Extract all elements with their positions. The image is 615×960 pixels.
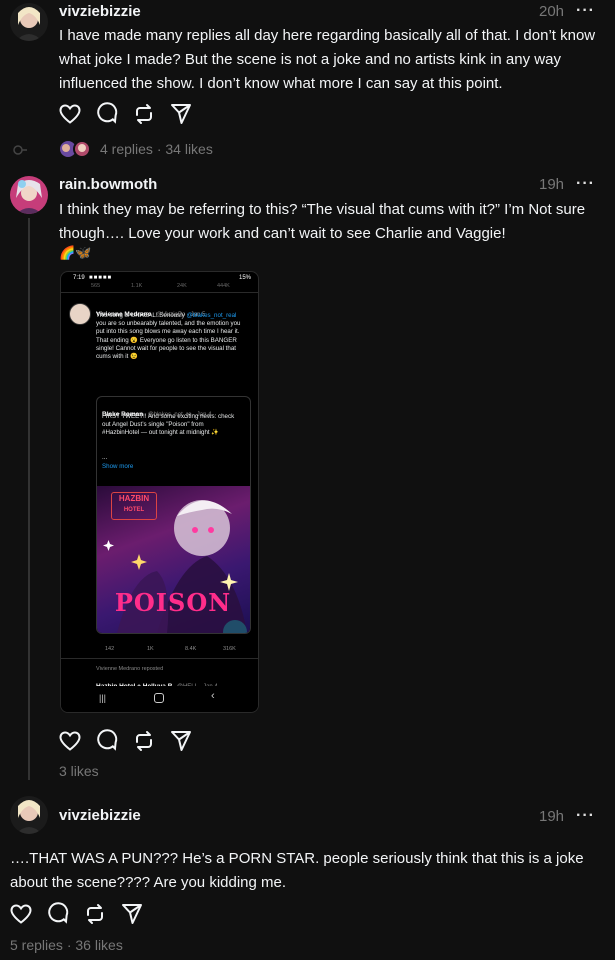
reply-likes-summary[interactable]: 5 replies · 36 likes [10,937,123,953]
count: 565 [91,283,101,289]
username[interactable]: vivziebizzie [59,3,141,20]
divider [61,292,258,293]
reply-count[interactable]: 4 replies [100,141,153,157]
logo-text: HOTEL [123,507,145,513]
separator: · [156,141,162,157]
tweet-body: This song is UNREAL! Seriously @blakes_n… [96,312,246,361]
like-count[interactable]: 34 likes [165,141,212,157]
status-time: 7:19 [73,275,85,281]
thread-connector-icon [13,143,27,155]
recent-apps-icon: ||| [99,693,107,703]
home-icon [154,693,164,703]
timestamp: 19h [539,808,565,825]
reply-likes-summary[interactable]: 4 replies · 34 likes [100,141,213,157]
post-text: I think they may be referring to this? “… [59,201,586,242]
show-more-link: Show more [102,463,134,470]
more-options-icon[interactable]: ··· [576,807,595,825]
status-icons: ■■■■■ [89,275,113,281]
share-icon[interactable] [169,102,195,128]
like-icon[interactable] [58,729,84,755]
more-options-icon[interactable]: ··· [576,175,595,193]
attached-screenshot[interactable]: 7:19 ■■■■■ 15% 565 1.1K 24K 444K Vivienn… [60,271,259,713]
timestamp: 19h [539,176,565,193]
count: 8.4K [185,646,197,652]
poster-title: POISON [114,588,232,617]
back-icon: ‹ [211,690,215,702]
reply-icon[interactable] [95,102,121,128]
like-icon[interactable] [9,902,35,928]
avatar[interactable] [10,796,48,834]
username[interactable]: rain.bowmoth [59,176,157,193]
quote-ellipsis: ... [102,454,108,461]
timestamp: 20h [539,3,565,20]
count: 316K [223,646,236,652]
repost-icon[interactable] [132,729,158,755]
replier-avatars [59,139,93,159]
count: 142 [105,646,115,652]
reply-icon[interactable] [46,902,72,928]
like-count[interactable]: 3 likes [59,763,99,779]
more-options-icon[interactable]: ··· [576,2,595,20]
tweet-text-part: you are so unbearably talented, and the … [96,320,241,361]
like-icon[interactable] [58,102,84,128]
avatar[interactable] [10,3,48,41]
poster-logo: HAZBIN HOTEL [111,492,157,520]
repost-icon[interactable] [132,102,158,128]
count: 24K [177,283,187,289]
tweet-text-part: This song is UNREAL! Seriously [96,312,185,319]
poison-poster-image: HAZBIN HOTEL POISON [97,486,250,633]
count: 1K [147,646,154,652]
emoji: 🌈🦋 [59,245,92,260]
like-count[interactable]: 36 likes [75,937,122,953]
quote-text: FIRST TWEET!! And some exciting news: ch… [102,413,235,437]
post-text: I have made many replies all day here re… [59,27,596,92]
share-icon[interactable] [120,902,146,928]
count: 444K [217,283,230,289]
tweet-avatar [69,303,91,325]
reply-icon[interactable] [95,729,121,755]
count: 1.1K [131,283,143,289]
share-icon[interactable] [169,729,195,755]
battery-level: 15% [239,275,252,281]
avatar[interactable] [10,176,48,214]
logo-text: HAZBIN [118,494,150,503]
quoted-tweet: Blake Roman @blakes_not_re · Jan 4 FIRST… [96,396,251,634]
separator: · [66,937,72,953]
mention-link: @blakes_not_real [186,312,237,319]
reply-count[interactable]: 5 replies [10,937,63,953]
thread-line [28,218,30,780]
repost-icon[interactable] [83,902,109,928]
post-text: ….THAT WAS A PUN??? He’s a PORN STAR. pe… [10,850,584,891]
next-tweet-repost: Vivienne Medrano reposted [96,666,164,672]
username[interactable]: vivziebizzie [59,807,141,824]
divider [61,658,258,659]
android-nav-bar: ||| ‹ [61,686,258,712]
